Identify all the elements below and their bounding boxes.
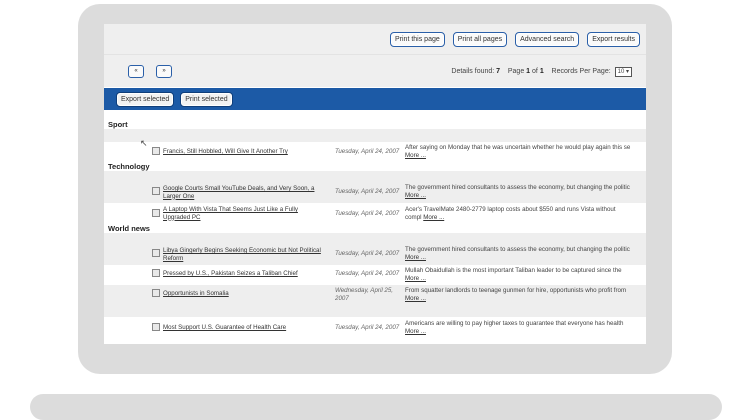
records-value: 10 [617,69,625,75]
group-header-world-news: World news [108,224,150,233]
row-desc-text: The government hired consultants to asse… [405,246,630,253]
export-selected-button[interactable]: Export selected [116,91,175,107]
row-date: Tuesday, April 24, 2007 [335,324,400,331]
advanced-search-button[interactable]: Advanced search [515,31,580,47]
row-checkbox[interactable] [152,147,160,155]
row-checkbox[interactable] [152,289,160,297]
group-spacer [104,171,646,182]
row-checkbox[interactable] [152,269,160,277]
print-selected-button[interactable]: Print selected [180,91,233,107]
details-count: 7 [496,68,501,75]
page-total: 1 [539,68,544,75]
more-link[interactable]: More ... [405,192,426,199]
of-label: of [532,68,538,75]
print-page-button[interactable]: Print this page [390,31,445,47]
more-link[interactable]: More ... [423,214,444,221]
group-header-technology: Technology [108,162,150,171]
table-row[interactable]: A Laptop With Vista That Seems Just Like… [104,204,646,224]
row-desc-text: The government hired consultants to asse… [405,184,630,191]
row-description: The government hired consultants to asse… [405,184,641,199]
more-link[interactable]: More ... [405,328,426,335]
details-label: Details found: [451,68,495,75]
page-current: 1 [526,68,531,75]
row-title-link[interactable]: Libya Gingerly Begins Seeking Economic b… [163,247,323,262]
row-date: Tuesday, April 24, 2007 [335,148,400,155]
more-link[interactable]: More ... [405,295,426,302]
row-date: Tuesday, April 24, 2007 [335,270,400,277]
row-title-link[interactable]: Opportunists in Somalia [163,290,323,298]
table-row[interactable]: Pressed by U.S., Pakistan Seizes a Talib… [104,265,646,285]
row-checkbox[interactable] [152,187,160,195]
row-date: Tuesday, April 24, 2007 [335,250,400,257]
table-row[interactable]: Libya Gingerly Begins Seeking Economic b… [104,244,646,265]
laptop-screen: Print this page Print all pages Advanced… [104,24,646,344]
row-title-link[interactable]: Most Support U.S. Guarantee of Health Ca… [163,324,323,332]
row-title-link[interactable]: Google Courts Small YouTube Deals, and V… [163,185,323,200]
row-title-link[interactable]: Francis, Still Hobbled, Will Give It Ano… [163,148,323,156]
row-desc-text: From squatter landlords to teenage gunme… [405,287,627,294]
row-date: Tuesday, April 24, 2007 [335,188,400,195]
dropdown-arrow-icon: ▾ [625,69,629,75]
export-results-button[interactable]: Export results [587,31,640,47]
row-title-link[interactable]: A Laptop With Vista That Seems Just Like… [163,206,323,221]
first-page-button[interactable]: « [128,65,144,78]
row-desc-text: Americans are willing to pay higher taxe… [405,320,624,327]
more-link[interactable]: More ... [405,275,426,282]
row-title-link[interactable]: Pressed by U.S., Pakistan Seizes a Talib… [163,270,323,278]
records-label: Records Per Page: [551,68,611,75]
more-link[interactable]: More ... [405,152,426,159]
pager-details: Details found: 7 Page 1 of 1 Records Per… [451,67,632,77]
row-description: Mullah Obaidullah is the most important … [405,267,641,282]
table-row[interactable]: Francis, Still Hobbled, Will Give It Ano… [104,143,646,161]
top-toolbar: Print this page Print all pages Advanced… [104,24,646,54]
print-all-button[interactable]: Print all pages [452,31,508,47]
row-checkbox[interactable] [152,249,160,257]
row-date: Wednesday, April 25, 2007 [335,287,394,302]
records-per-page-select[interactable]: 10 ▾ [614,67,632,77]
row-description: Americans are willing to pay higher taxe… [405,320,641,335]
group-spacer [104,233,646,244]
row-desc-text: After saying on Monday that he was uncer… [405,144,631,151]
table-row[interactable]: Google Courts Small YouTube Deals, and V… [104,182,646,203]
table-row[interactable]: Most Support U.S. Guarantee of Health Ca… [104,317,646,337]
group-header-sport: Sport [108,120,128,129]
row-checkbox[interactable] [152,323,160,331]
action-bar: Export selected Print selected [104,88,646,110]
row-checkbox[interactable] [152,209,160,217]
table-row[interactable]: Opportunists in Somalia Wednesday, April… [104,285,646,317]
row-description: The government hired consultants to asse… [405,246,641,261]
row-date: Tuesday, April 24, 2007 [335,210,400,217]
pager-bar: « » Details found: 7 Page 1 of 1 Records… [104,54,646,87]
page-label: Page [507,68,525,75]
row-description: After saying on Monday that he was uncer… [405,144,641,159]
row-description: From squatter landlords to teenage gunme… [405,287,641,302]
group-spacer [104,129,646,142]
last-page-button[interactable]: » [156,65,172,78]
row-description: Acer's TravelMate 2480-2779 laptop costs… [405,206,641,221]
more-link[interactable]: More ... [405,254,426,261]
laptop-base [30,394,722,420]
row-desc-text: Mullah Obaidullah is the most important … [405,267,622,274]
